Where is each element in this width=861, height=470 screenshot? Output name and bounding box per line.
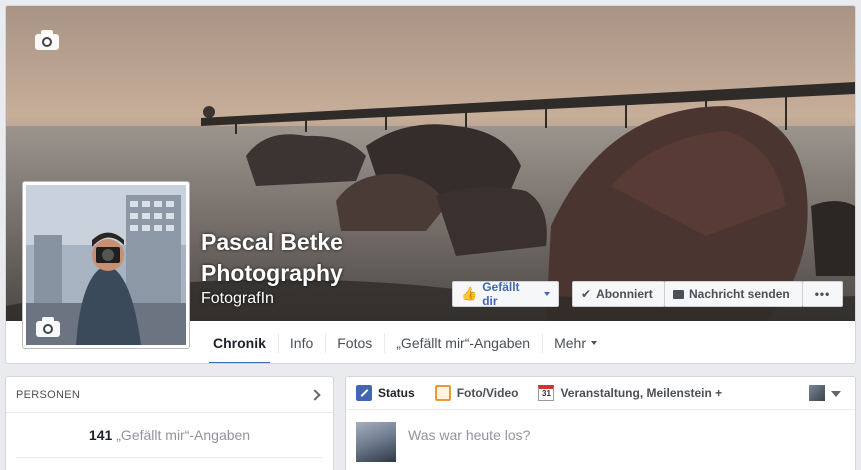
page-name-line1[interactable]: Pascal Betke [201, 229, 343, 256]
composer-tab-event-label: Veranstaltung, Meilenstein + [560, 386, 723, 400]
tab-mehr[interactable]: Mehr [542, 321, 609, 363]
page-header-card: Pascal Betke Photography FotografIn 👍 Ge… [5, 5, 856, 364]
more-dots-icon: ••• [814, 287, 831, 301]
speech-bubble-icon [673, 289, 684, 299]
tab-likes[interactable]: „Gefällt mir“-Angaben [384, 321, 542, 363]
post-as-avatar[interactable] [809, 385, 825, 401]
chevron-right-icon[interactable] [309, 388, 321, 401]
likes-count: 141 [88, 427, 113, 443]
page-category[interactable]: FotografIn [201, 290, 274, 308]
pencil-icon [356, 385, 372, 401]
chevron-down-icon[interactable] [831, 391, 841, 397]
likes-count-row[interactable]: 141 „Gefällt mir“-Angaben [6, 413, 333, 457]
composer-tab-status[interactable]: Status [356, 385, 415, 401]
chevron-down-icon [591, 341, 597, 345]
like-button[interactable]: 👍 Gefällt dir [452, 280, 559, 308]
divider [16, 457, 323, 458]
checkmark-icon: ✔ [581, 287, 592, 301]
send-message-button-label: Nachricht senden [689, 287, 790, 301]
change-cover-camera-icon[interactable] [32, 28, 62, 52]
tab-info[interactable]: Info [277, 321, 325, 363]
status-input[interactable]: Was war heute los? [408, 422, 845, 443]
subscribe-button-label: Abonniert [596, 287, 653, 301]
post-composer: Status Foto/Video 31 Veranstaltung, Meil… [345, 376, 856, 470]
more-options-button[interactable]: ••• [802, 281, 843, 307]
profile-picture[interactable] [22, 181, 190, 349]
photo-icon [434, 385, 451, 401]
like-button-label: Gefällt dir [482, 280, 520, 308]
composer-tab-photo-video[interactable]: Foto/Video [434, 385, 519, 401]
tab-fotos[interactable]: Fotos [325, 321, 384, 363]
avatar [356, 422, 396, 462]
people-box: PERSONEN 141 „Gefällt mir“-Angaben [5, 376, 334, 470]
tab-chronik[interactable]: Chronik [201, 321, 278, 363]
send-message-button[interactable]: Nachricht senden [664, 281, 803, 307]
composer-tab-photo-label: Foto/Video [456, 386, 519, 400]
facebook-page: Pascal Betke Photography FotografIn 👍 Ge… [0, 0, 861, 470]
composer-tab-status-label: Status [378, 386, 415, 400]
chevron-down-icon [544, 292, 550, 296]
thumbs-up-icon: 👍 [461, 286, 478, 301]
page-name-line2[interactable]: Photography [201, 260, 343, 287]
change-profile-camera-icon[interactable] [33, 315, 63, 339]
page-tabs: Chronik Info Fotos „Gefällt mir“-Angaben… [201, 321, 609, 363]
likes-label: „Gefällt mir“-Angaben [116, 427, 251, 443]
calendar-icon: 31 [538, 385, 555, 401]
subscribe-button[interactable]: ✔ Abonniert [572, 281, 665, 307]
composer-tab-event[interactable]: 31 Veranstaltung, Meilenstein + [538, 385, 722, 401]
tab-mehr-label: Mehr [554, 335, 586, 351]
people-box-title[interactable]: PERSONEN [16, 389, 80, 401]
